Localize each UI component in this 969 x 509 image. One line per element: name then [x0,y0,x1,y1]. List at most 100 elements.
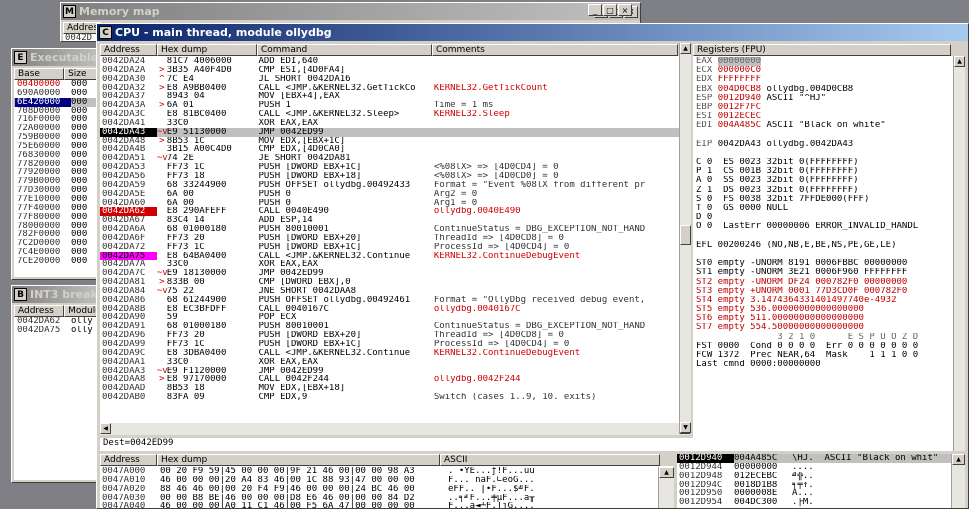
fpu-register-row[interactable]: ST0 empty -UNORM 8191 0006FBBC 00000000 [693,259,953,268]
disasm-row[interactable]: 0042DA30 ^ 7C E4 JL SHORT 0042DA16 [100,75,690,84]
int3-col-module[interactable]: Module [64,305,100,317]
disasm-row[interactable]: 0042DA81 >833B 00 CMP [DWORD EBX],0 [100,278,690,287]
scroll-up-button[interactable]: ▲ [954,56,965,67]
stack-row[interactable]: 0012D954 004DC300 .├M. [677,498,951,507]
flag-row[interactable]: A 0 SS 0023 32bit 0(FFFFFFFF) [693,176,953,185]
fpu-register-row[interactable]: ST3 empty +UNORM 0001 77D3CD0F 000782F0 [693,287,953,296]
list-item[interactable]: 77920000 000 [14,168,100,177]
disasm-scroll-down[interactable]: ▼ [680,422,691,433]
register-value[interactable]: 0012ECEC [718,112,761,121]
int3-col-address[interactable]: Address [14,305,65,317]
stack-row[interactable]: 0012D950 0000008E Ä... [677,489,951,498]
stack-row[interactable]: 0012D944 00000000.... [677,463,951,472]
flag-row[interactable]: T 0 GS 0000 NULL [693,204,953,213]
register-row[interactable]: EDI 004A485C ASCII "Black on white" [693,121,953,130]
disasm-row[interactable]: 0042DA43 ~v E9 51130000 JMP 0042ED99 [100,127,690,137]
list-item[interactable]: 76830000 000 [14,151,100,160]
disasm-row[interactable]: 0042DA72 FF73 1C PUSH [DWORD EBX+1C] Proces… [100,243,690,252]
list-item[interactable]: 77D30000 000 [14,186,100,195]
register-row[interactable]: EDX FFFFFFFF [693,75,953,84]
register-value[interactable]: 004D0CB8 [718,85,761,94]
disasm-row[interactable]: 0042DA56 FF73 18 PUSH [DWORD EBX+18] <%08lX… [100,172,690,181]
fpu-register-row[interactable]: ST6 empty 511.00000000000000000 [693,314,953,323]
disasm-row[interactable]: 0042DA8B E8 EC3BFDFF CALL 0040167C ollydbg.… [100,305,690,314]
cpu-window[interactable]: C CPU - main thread, module ollydbg Addr… [96,23,969,509]
register-row[interactable]: EAX 00000000 [693,57,953,66]
list-item[interactable]: 7C2D0000 000 [14,239,100,248]
register-row[interactable] [693,131,953,140]
disasm-row[interactable]: 0042DA41 33C0 XOR EAX,EAX [100,119,690,128]
disasm-row[interactable]: 0042DA5E 6A 00 PUSH 0 Arg2 = 0 [100,190,690,199]
list-item[interactable]: 72A00000 000 [14,124,100,133]
list-item[interactable]: 708D0000 000 [14,107,100,116]
disasm-row[interactable]: 0042DA96 FF73 20 PUSH [DWORD EBX+20] Thread… [100,331,690,340]
flag-row[interactable]: Z 1 DS 0023 32bit 0(FFFFFFFF) [693,186,953,195]
stack-scroll-up[interactable]: ▲ [952,454,965,465]
registers-vscrollbar[interactable]: ▲ [953,56,965,451]
flag-row[interactable]: D 0 [693,213,953,222]
disasm-row[interactable]: 0042DA53 FF73 1C PUSH [DWORD EBX+1C] <%08lX… [100,163,690,172]
disasm-row[interactable]: 0042DA24 81C7 4006000 ADD EDI,640 [100,57,690,66]
disasm-row[interactable]: 0042DA7C ~v E9 18130000 JMP 0042ED99 [100,269,690,278]
list-item[interactable]: 75E60000 000 [14,142,100,151]
register-value[interactable]: 0012F7FC [718,103,761,112]
scroll-left-button[interactable]: ◀ [100,423,111,434]
disasm-vscrollbar[interactable]: ▲ ▼ [679,43,691,433]
disasm-row[interactable]: 0042DAB0 83FA 09 CMP EDX,9 Switch (cases 1.… [100,393,690,402]
close-button[interactable]: × [618,4,632,16]
register-row[interactable]: ECX 000000C0 [693,66,953,75]
list-item[interactable]: 0042DA62 olly [14,317,100,326]
list-item[interactable]: 78000000 000 [14,222,100,231]
disasm-scroll-up[interactable]: ▲ [680,43,691,54]
list-item[interactable]: 0042DA75 olly [14,326,100,335]
list-item[interactable]: 77F80000 000 [14,213,100,222]
registers-pane[interactable]: Registers (FPU) EAX 00000000 ECX 000000C… [693,44,965,451]
disasm-row[interactable]: 0042DA75 E8 64BA0400 CALL <JMP.&KERNEL32.C… [100,251,690,261]
flag-row[interactable]: O 0 LastErr 00000006 ERROR_INVALID_HANDL [693,222,953,231]
fst-row[interactable]: FST 0000 Cond 0 0 0 0 Err 0 0 0 0 0 0 0 [693,342,953,351]
register-row[interactable]: ESI 0012ECEC [693,112,953,121]
register-value[interactable]: 00000000 [717,57,762,66]
int3-titlebar[interactable]: B INT3 breakpoints [12,286,100,303]
dump-row[interactable]: 0047A040 46 00 00 00|A0 11 C1 46|00 F5 6A… [100,502,674,508]
dump-col-ascii[interactable]: ASCII [440,454,660,466]
disasm-hscrollbar[interactable]: ◀ ▶ [100,423,690,435]
list-item[interactable]: 759B0000 000 [14,133,100,142]
dump-vscrollbar[interactable]: ▲ [658,467,674,508]
dump-row[interactable]: 0047A020 88 46 46 00|00 20 F4 F9|46 00 00… [100,485,674,494]
list-item[interactable]: 779B0000 000 [14,177,100,186]
dump-row[interactable]: 0047A010 46 00 00 00|20 A4 83 46|00 1C 88… [100,476,674,485]
disasm-row[interactable]: 0042DA67 83C4 14 ADD ESP,14 [100,216,690,225]
list-item[interactable]: 716F0000 000 [14,115,100,124]
dump-col-hexdump[interactable]: Hex dump [157,454,440,466]
list-item[interactable]: 7C4E0000 000 [14,248,100,257]
memory-map-titlebar[interactable]: M Memory map _ □ × [61,3,640,20]
list-item[interactable]: 00400000 000 [14,80,100,89]
dump-pane[interactable]: Address Hex dump ASCII 0047A000 00 20 F9 … [100,454,674,508]
dump-scroll-up[interactable]: ▲ [659,467,674,478]
register-value[interactable]: 000000C0 [718,66,761,75]
list-item[interactable]: 77820000 000 [14,160,100,169]
list-item[interactable]: 782F0000 000 [14,230,100,239]
disasm-row[interactable]: 0042DAA1 33C0 XOR EAX,EAX [100,358,690,367]
register-value[interactable]: 004A485C [718,121,761,130]
disasm-col-hexdump[interactable]: Hex dump [157,44,257,56]
fpu-register-row[interactable]: ST4 empty 3.1474364331401497740e-4932 [693,296,953,305]
flag-row[interactable]: P 1 CS 001B 32bit 0(FFFFFFFF) [693,167,953,176]
dump-row[interactable]: 0047A000 00 20 F9 59|45 00 00 00|9F 21 46… [100,467,674,476]
minimize-button[interactable]: _ [588,4,602,16]
disasm-row[interactable]: 0042DA48 >8B53 1C MOV EDX,[EBX+1C] [100,137,690,146]
fcw-row[interactable]: FCW 1372 Prec NEAR,64 Mask 1 1 1 0 0 [693,351,953,360]
list-item[interactable]: 77E10000 000 [14,195,100,204]
stack-row[interactable]: 0012D94C 0018D1B8 ╕╤↑. [677,481,951,490]
disasm-row[interactable]: 0042DAA3 ~v E9 F1120000 JMP 0042ED99 [100,367,690,376]
list-item[interactable]: 690A0000 000 [14,89,100,98]
disasm-row[interactable]: 0042DA59 68 33244900 PUSH OFFSET ollydbg.0… [100,181,690,190]
exec-col-base[interactable]: Base [14,68,65,80]
list-item[interactable]: 77F40000 000 [14,204,100,213]
exec-col-size[interactable]: Size [64,68,100,80]
fpu-register-row[interactable]: ST1 empty -UNORM 3E21 0006F960 FFFFFFFF [693,268,953,277]
stack-row[interactable]: 0012D940 004A485C \HJ. ASCII "Black on whi… [677,454,951,463]
registers-header[interactable]: Registers (FPU) [693,44,951,56]
disasm-row[interactable]: 0042DA51 ~v 74 2E JE SHORT 0042DA81 [100,154,690,163]
